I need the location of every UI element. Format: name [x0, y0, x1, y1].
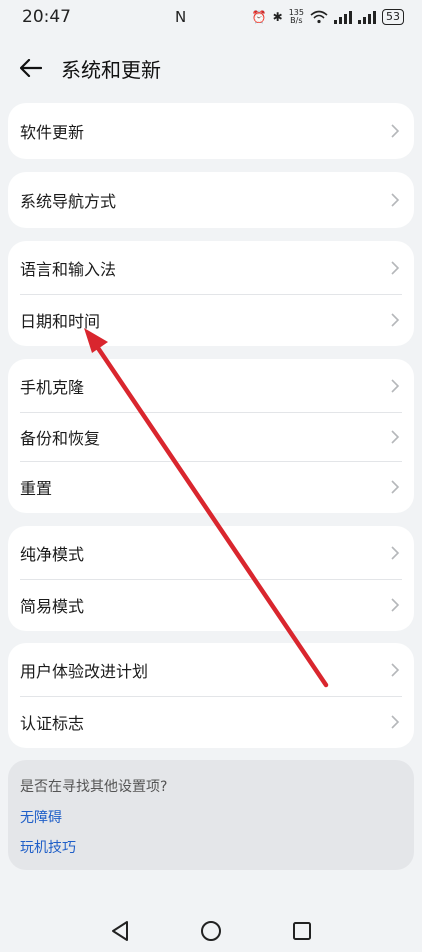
chevron-right-icon [391, 313, 400, 327]
setting-row-pure-mode[interactable]: 纯净模式 [8, 526, 414, 579]
settings-group-language-time: 语言和输入法 日期和时间 [8, 241, 414, 346]
setting-row-phone-clone[interactable]: 手机克隆 [8, 359, 414, 412]
setting-label: 备份和恢复 [20, 428, 101, 448]
chevron-right-icon [391, 378, 400, 393]
accessibility-link[interactable]: 无障碍 [20, 807, 402, 827]
setting-row-software-update[interactable]: 软件更新 [8, 103, 414, 159]
hint-card: 是否在寻找其他设置项? 无障碍 玩机技巧 [8, 760, 414, 870]
wifi-icon [310, 10, 328, 24]
status-time: 20:47 [22, 7, 71, 27]
nav-back-icon[interactable] [110, 920, 130, 942]
setting-row-certification[interactable]: 认证标志 [8, 696, 414, 748]
settings-group-backup: 手机克隆 备份和恢复 重置 [8, 359, 414, 513]
signal-icon [334, 10, 352, 24]
settings-group-navigation: 系统导航方式 [8, 172, 414, 228]
status-bar: 20:47 N ⏰ ✱ 135 B/s 53 [0, 0, 422, 34]
setting-label: 用户体验改进计划 [20, 661, 149, 681]
setting-row-navigation[interactable]: 系统导航方式 [8, 172, 414, 228]
chevron-right-icon [391, 480, 400, 494]
setting-row-simple-mode[interactable]: 简易模式 [8, 579, 414, 631]
page-header: 系统和更新 [0, 44, 422, 92]
net-speed-unit: B/s [290, 16, 303, 25]
bluetooth-icon: ✱ [272, 10, 283, 24]
chevron-right-icon [391, 545, 400, 560]
chevron-right-icon [391, 598, 400, 612]
signal-icon-2 [358, 10, 376, 24]
setting-row-language-input[interactable]: 语言和输入法 [8, 241, 414, 294]
nav-home-icon[interactable] [200, 920, 222, 942]
hint-title: 是否在寻找其他设置项? [20, 779, 168, 795]
nav-recents-icon[interactable] [292, 921, 312, 941]
settings-group-update: 软件更新 [8, 103, 414, 159]
setting-label: 简易模式 [20, 597, 85, 616]
settings-group-experience: 用户体验改进计划 认证标志 [8, 643, 414, 748]
setting-label: 日期和时间 [20, 312, 101, 331]
chevron-right-icon [391, 124, 400, 138]
system-navigation-bar [0, 910, 422, 952]
status-icons: ⏰ ✱ 135 B/s 53 [252, 9, 404, 25]
settings-group-modes: 纯净模式 简易模式 [8, 526, 414, 631]
setting-label: 语言和输入法 [20, 259, 117, 279]
nfc-icon: N [175, 8, 187, 26]
setting-label: 认证标志 [20, 714, 85, 733]
setting-label: 系统导航方式 [20, 192, 117, 211]
chevron-right-icon [391, 715, 400, 729]
chevron-right-icon [391, 193, 400, 207]
net-speed: 135 B/s [289, 9, 304, 25]
chevron-right-icon [391, 429, 400, 444]
setting-row-reset[interactable]: 重置 [8, 461, 414, 513]
chevron-right-icon [391, 662, 400, 677]
setting-row-date-time[interactable]: 日期和时间 [8, 294, 414, 346]
back-arrow-icon[interactable] [20, 56, 44, 80]
battery-icon: 53 [382, 9, 404, 25]
setting-label: 软件更新 [20, 123, 85, 142]
tips-link[interactable]: 玩机技巧 [20, 837, 402, 857]
setting-row-backup-restore[interactable]: 备份和恢复 [8, 412, 414, 461]
alarm-icon: ⏰ [251, 10, 267, 24]
setting-label: 重置 [20, 479, 53, 498]
setting-row-user-experience[interactable]: 用户体验改进计划 [8, 643, 414, 696]
setting-label: 手机克隆 [20, 377, 85, 397]
page-title: 系统和更新 [61, 57, 161, 82]
chevron-right-icon [391, 260, 400, 275]
setting-label: 纯净模式 [20, 544, 85, 564]
